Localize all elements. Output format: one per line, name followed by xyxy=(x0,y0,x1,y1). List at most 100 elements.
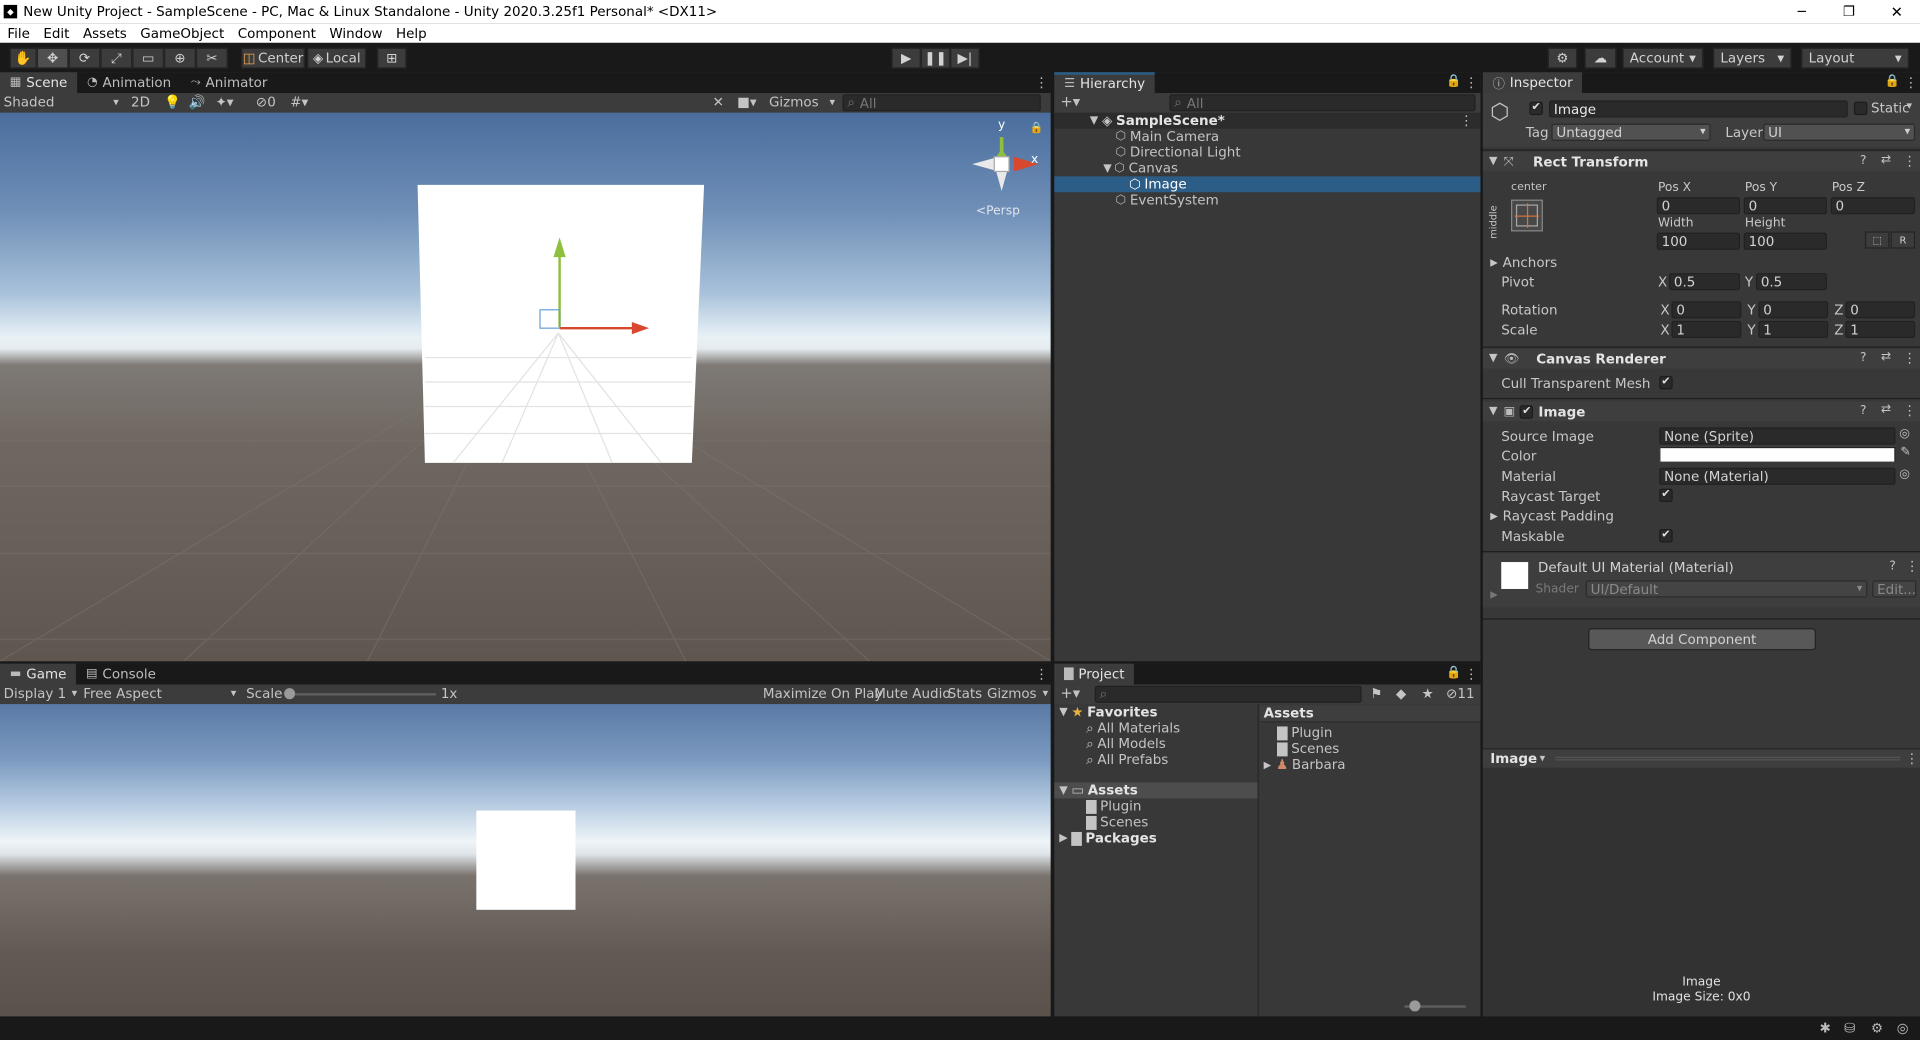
layer-dropdown[interactable]: UI ▾ xyxy=(1763,123,1916,141)
packages-folder[interactable]: ▶ ▇ Packages xyxy=(1054,830,1257,846)
hierarchy-search-input[interactable]: ⌕ All xyxy=(1169,94,1476,112)
layout-dropdown[interactable]: Layout ▾ xyxy=(1801,47,1909,69)
shading-dropdown[interactable]: Shaded ▾ xyxy=(4,94,119,110)
lighting-icon[interactable]: 💡 xyxy=(164,94,181,110)
scale-x-field[interactable]: 1 xyxy=(1671,320,1742,338)
cloud-icon[interactable]: ☁ xyxy=(1584,47,1617,69)
add-object-button[interactable]: +▾ xyxy=(1060,93,1080,110)
maximize-button[interactable]: ❐ xyxy=(1843,4,1855,20)
grid-icon[interactable]: #▾ xyxy=(290,94,308,110)
shader-dropdown[interactable]: UI/Default ▾ xyxy=(1585,580,1868,598)
posz-field[interactable]: 0 xyxy=(1830,197,1916,215)
move-tool-icon[interactable]: ✥ xyxy=(36,47,69,69)
cache-server-icon[interactable]: ⛁ xyxy=(1844,1020,1855,1036)
assets-breadcrumb[interactable]: Assets xyxy=(1260,705,1481,723)
project-menu-icon[interactable]: ⋮ xyxy=(1465,666,1478,682)
tree-item-main-camera[interactable]: ⬡ Main Camera xyxy=(1054,129,1480,145)
game-menu-icon[interactable]: ⋮ xyxy=(1035,666,1048,682)
menu-window[interactable]: Window xyxy=(329,25,382,41)
menu-help[interactable]: Help xyxy=(396,25,427,41)
eyedropper-icon[interactable]: ✎ xyxy=(1900,446,1910,459)
gizmos-dropdown[interactable]: Gizmos ▾ xyxy=(769,94,835,110)
height-field[interactable]: 100 xyxy=(1743,232,1827,250)
maximize-on-play-toggle[interactable]: Maximize On Play xyxy=(763,686,883,702)
close-button[interactable]: ✕ xyxy=(1891,3,1903,20)
icon-size-slider-knob[interactable] xyxy=(1409,1000,1421,1012)
filter-type-icon[interactable]: ⚑ xyxy=(1370,686,1382,702)
tree-item-directional-light[interactable]: ⬡ Directional Light xyxy=(1054,144,1480,160)
width-field[interactable]: 100 xyxy=(1656,232,1741,250)
mode-2d-button[interactable]: 2D xyxy=(131,94,150,110)
active-checkbox[interactable]: ✔ xyxy=(1529,101,1543,116)
shader-edit-button[interactable]: Edit... xyxy=(1872,580,1917,598)
asset-item-barbara[interactable]: ▶ ♟ Barbara xyxy=(1260,757,1480,773)
help-icon[interactable]: ? xyxy=(1860,351,1867,364)
debug-bug-icon[interactable]: ✱ xyxy=(1820,1020,1831,1036)
tree-item-scene[interactable]: ▼ ◈ SampleScene* ⋮ xyxy=(1054,112,1481,129)
object-picker-icon[interactable]: ◎ xyxy=(1899,468,1910,481)
cull-transparent-mesh-checkbox[interactable]: ✔ xyxy=(1659,375,1673,390)
presets-icon[interactable]: ⇄ xyxy=(1881,403,1891,416)
menu-component[interactable]: Component xyxy=(238,25,316,41)
help-icon[interactable]: ? xyxy=(1860,404,1867,417)
asset-item-plugin[interactable]: ▇ Plugin xyxy=(1260,725,1480,741)
pivot-y-field[interactable]: 0.5 xyxy=(1755,273,1827,291)
static-dropdown-icon[interactable]: ▾ xyxy=(1907,100,1913,112)
component-menu-icon[interactable]: ⋮ xyxy=(1903,153,1916,169)
hidden-objects-toggle[interactable]: ⊘ 0 xyxy=(256,94,276,110)
material-field[interactable]: None (Material) xyxy=(1659,467,1896,485)
pivot-x-field[interactable]: 0.5 xyxy=(1668,273,1741,291)
tab-game[interactable]: ▬ Game xyxy=(0,663,77,685)
add-component-button[interactable]: Add Component xyxy=(1588,628,1816,651)
preview-menu-icon[interactable]: ⋮ xyxy=(1905,751,1918,767)
anchor-presets-button[interactable] xyxy=(1511,199,1543,232)
inspector-menu-icon[interactable]: ⋮ xyxy=(1904,75,1917,91)
tree-item-image[interactable]: ⬡ Image xyxy=(1054,176,1481,193)
tools-icon[interactable]: ✕ xyxy=(713,94,724,110)
rect-tool-icon[interactable]: ▭ xyxy=(132,47,165,69)
posy-field[interactable]: 0 xyxy=(1743,197,1827,215)
scale-z-field[interactable]: 1 xyxy=(1845,320,1916,338)
account-dropdown[interactable]: Account ▾ xyxy=(1622,47,1704,69)
create-asset-button[interactable]: +▾ xyxy=(1060,684,1080,701)
presets-icon[interactable]: ⇄ xyxy=(1881,350,1891,363)
step-button[interactable]: ▶| xyxy=(950,47,980,69)
progress-icon[interactable]: ⚙ xyxy=(1871,1020,1883,1036)
raycast-padding-foldout[interactable]: ▶ Raycast Padding xyxy=(1490,508,1614,524)
pause-button[interactable]: ❚❚ xyxy=(920,47,951,69)
favorite-all-models[interactable]: ⌕ All Models xyxy=(1054,735,1257,752)
lock-icon[interactable]: 🔒 xyxy=(1446,75,1461,88)
effects-icon[interactable]: ✦▾ xyxy=(216,94,234,110)
component-menu-icon[interactable]: ⋮ xyxy=(1903,350,1916,366)
rotation-x-field[interactable]: 0 xyxy=(1671,301,1742,319)
menu-edit[interactable]: Edit xyxy=(43,25,69,41)
tree-item-canvas[interactable]: ▼ ⬡ Canvas xyxy=(1054,160,1480,176)
hidden-packages-toggle[interactable]: ⊘ 11 xyxy=(1446,686,1474,702)
help-icon[interactable]: ? xyxy=(1889,560,1896,573)
tag-dropdown[interactable]: Untagged ▾ xyxy=(1551,123,1711,141)
layers-dropdown[interactable]: Layers ▾ xyxy=(1713,47,1792,69)
custom-tool-icon[interactable]: ✂ xyxy=(195,47,228,69)
blueprint-mode-button[interactable]: ⬚ xyxy=(1864,231,1890,249)
aspect-dropdown[interactable]: Free Aspect ▾ xyxy=(83,686,236,702)
favorite-all-materials[interactable]: ⌕ All Materials xyxy=(1054,719,1257,736)
scale-slider-track[interactable] xyxy=(288,693,436,696)
grid-snap-icon[interactable]: ⊞ xyxy=(377,47,407,69)
maskable-checkbox[interactable]: ✔ xyxy=(1659,528,1673,543)
favorite-all-prefabs[interactable]: ⌕ All Prefabs xyxy=(1054,751,1257,768)
persp-label[interactable]: <Persp xyxy=(976,204,1020,217)
tab-console[interactable]: ▤ Console xyxy=(76,664,166,685)
play-button[interactable]: ▶ xyxy=(891,47,921,69)
asset-item-scenes[interactable]: ▇ Scenes xyxy=(1260,741,1480,757)
object-picker-icon[interactable]: ◎ xyxy=(1899,427,1910,440)
color-swatch[interactable] xyxy=(1659,446,1896,463)
audio-icon[interactable]: 🔊 xyxy=(189,94,206,110)
tab-scene[interactable]: ▦ Scene xyxy=(0,72,78,94)
game-gizmos-dropdown[interactable]: Gizmos ▾ xyxy=(987,686,1048,702)
favorite-star-icon[interactable]: ★ xyxy=(1422,686,1434,702)
game-viewport[interactable] xyxy=(0,704,1051,1017)
hand-tool-icon[interactable]: ✋ xyxy=(9,47,37,69)
rotation-y-field[interactable]: 0 xyxy=(1758,301,1829,319)
source-image-field[interactable]: None (Sprite) xyxy=(1659,427,1896,445)
image-enabled-checkbox[interactable]: ✔ xyxy=(1520,404,1534,419)
